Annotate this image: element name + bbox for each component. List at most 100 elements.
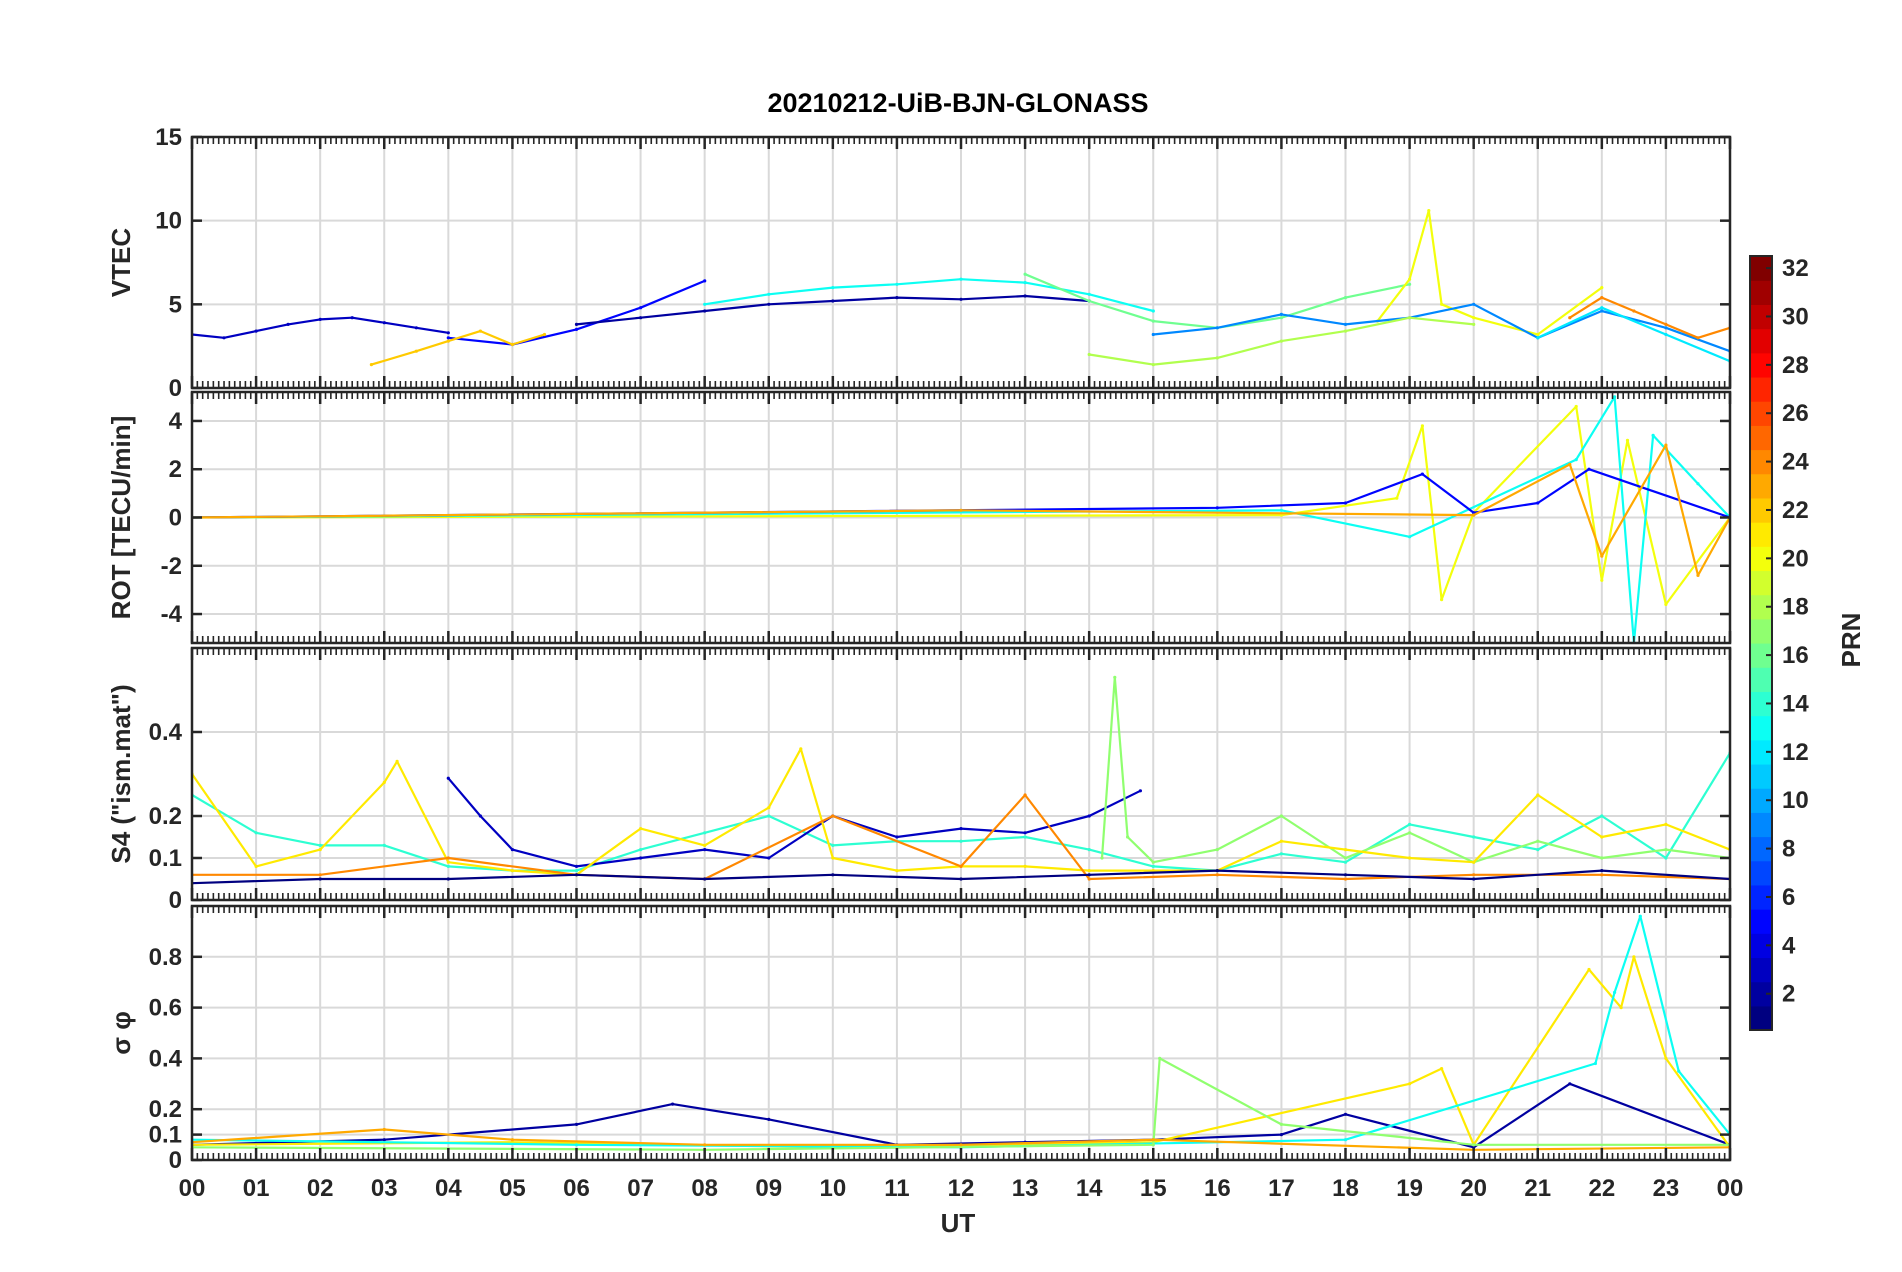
series-line-prn-22 xyxy=(371,330,545,366)
data-point xyxy=(1408,277,1412,281)
figure: 20210212-UiB-BJN-GLONASS 051015VTEC-4-20… xyxy=(106,88,1866,1238)
data-point xyxy=(1536,848,1540,852)
colorbar-tick-label: 16 xyxy=(1782,642,1809,669)
data-point xyxy=(1408,831,1412,835)
data-point xyxy=(1427,209,1431,213)
x-tick-label: 16 xyxy=(1204,1175,1231,1202)
colorbar-swatch xyxy=(1750,522,1772,547)
x-tick-label: 07 xyxy=(627,1175,654,1202)
data-point xyxy=(1279,839,1283,843)
colorbar-swatch xyxy=(1750,570,1772,596)
y-tick-label: -2 xyxy=(161,553,182,580)
data-point xyxy=(1087,848,1091,852)
data-point xyxy=(959,877,963,881)
data-point xyxy=(767,302,771,306)
data-point xyxy=(222,336,226,340)
data-point xyxy=(1343,1138,1348,1142)
x-tick-label: 01 xyxy=(243,1175,270,1202)
colorbar-tick-label: 26 xyxy=(1782,400,1809,427)
data-point xyxy=(446,339,450,343)
data-point xyxy=(895,869,899,873)
data-point xyxy=(1279,312,1283,316)
x-tick-label: 11 xyxy=(884,1175,909,1202)
data-point xyxy=(1151,363,1155,367)
data-point xyxy=(1568,316,1572,320)
data-point xyxy=(639,848,643,852)
y-tick-label: 0.4 xyxy=(149,719,183,746)
data-point xyxy=(1343,329,1348,333)
data-point xyxy=(895,296,899,300)
data-point xyxy=(767,814,771,818)
colorbar-swatch xyxy=(1750,715,1772,741)
data-point xyxy=(1664,822,1668,827)
data-point xyxy=(831,286,835,290)
data-point xyxy=(1574,458,1578,462)
data-point xyxy=(446,331,450,335)
data-point xyxy=(414,326,418,330)
data-point xyxy=(446,864,450,869)
data-point xyxy=(1420,472,1424,476)
data-point xyxy=(1023,864,1027,869)
data-point xyxy=(831,814,835,818)
data-point xyxy=(574,864,579,869)
data-point xyxy=(1664,443,1668,447)
data-point xyxy=(318,877,322,881)
data-point xyxy=(318,317,322,321)
data-point xyxy=(1151,1138,1155,1142)
x-tick-label: 02 xyxy=(307,1175,334,1202)
data-point xyxy=(395,759,399,764)
data-point xyxy=(1440,1067,1444,1071)
data-point xyxy=(1279,852,1283,856)
x-tick-label: 12 xyxy=(948,1175,975,1202)
data-point xyxy=(1151,1143,1155,1147)
series-line-prn-20 xyxy=(1376,209,1603,336)
data-point xyxy=(1472,316,1476,320)
y-tick-label: 0.2 xyxy=(149,1096,182,1123)
data-point xyxy=(1600,873,1604,877)
x-tick-label: 14 xyxy=(1076,1175,1103,1202)
data-point xyxy=(703,309,707,313)
colorbar-swatch xyxy=(1750,667,1772,692)
colorbar-tick-label: 32 xyxy=(1782,255,1809,282)
data-point xyxy=(1087,352,1091,357)
colorbar-tick-label: 4 xyxy=(1782,932,1796,959)
data-point xyxy=(831,873,835,877)
data-point xyxy=(1472,873,1476,877)
data-point xyxy=(1158,1056,1162,1060)
data-point xyxy=(1408,282,1412,286)
data-point xyxy=(446,776,450,780)
y-axis-label: σ φ xyxy=(106,1011,136,1055)
x-tick-label: 03 xyxy=(371,1175,398,1202)
data-point xyxy=(1472,877,1476,881)
colorbar-tick-label: 22 xyxy=(1782,497,1809,524)
data-point xyxy=(1619,1006,1623,1010)
data-point xyxy=(1343,296,1348,300)
x-tick-label: 06 xyxy=(563,1175,590,1202)
data-point xyxy=(318,848,322,852)
colorbar-tick-label: 28 xyxy=(1782,352,1809,379)
colorbar-swatch xyxy=(1750,425,1772,451)
data-point xyxy=(1100,856,1104,860)
data-point xyxy=(1677,1069,1681,1073)
data-point xyxy=(1696,482,1700,486)
data-point xyxy=(1664,1056,1668,1060)
data-point xyxy=(1279,814,1283,818)
x-tick-label: 04 xyxy=(435,1175,462,1202)
colorbar-swatch xyxy=(1750,909,1772,934)
data-point xyxy=(478,814,482,818)
chart-title: 20210212-UiB-BJN-GLONASS xyxy=(767,88,1148,118)
data-point xyxy=(446,336,450,340)
data-point xyxy=(1408,856,1412,860)
x-tick-label: 00 xyxy=(179,1175,206,1202)
data-point xyxy=(831,299,835,303)
data-point xyxy=(446,856,450,860)
data-point xyxy=(574,1143,579,1147)
y-tick-label: 5 xyxy=(169,291,182,318)
data-point xyxy=(1408,316,1412,320)
data-point xyxy=(1151,319,1155,323)
colorbar-swatch xyxy=(1750,763,1772,789)
data-point xyxy=(1023,835,1027,839)
data-point xyxy=(1587,467,1591,471)
data-point xyxy=(639,856,643,860)
data-point xyxy=(671,1102,675,1106)
